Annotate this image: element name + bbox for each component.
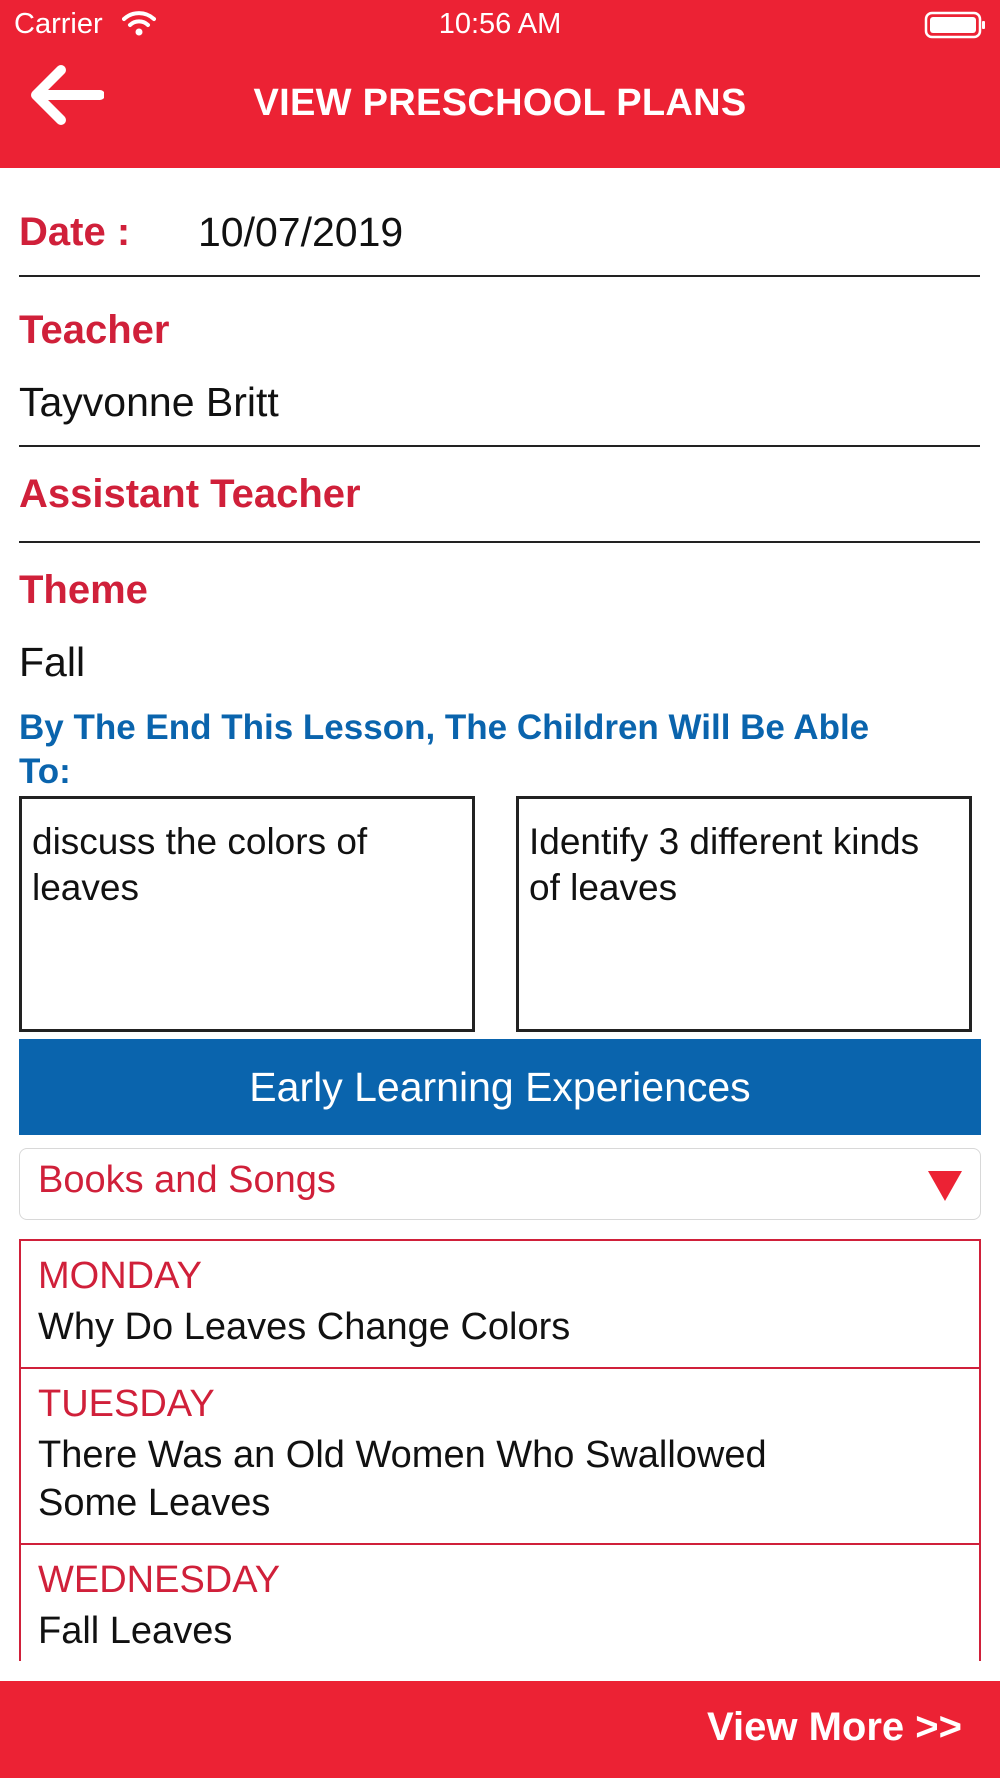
dropdown-caret-icon — [928, 1171, 962, 1206]
list-item: TUESDAY There Was an Old Women Who Swall… — [21, 1367, 979, 1543]
teacher-label: Teacher — [19, 308, 170, 352]
experience-category-select[interactable]: Books and Songs — [19, 1148, 981, 1220]
list-item: MONDAY Why Do Leaves Change Colors — [21, 1239, 979, 1367]
objective-box: Identify 3 different kinds of leaves — [516, 796, 972, 1032]
objective-box: discuss the colors of leaves — [19, 796, 475, 1032]
day-activity: There Was an Old Women Who Swallowed Som… — [38, 1434, 767, 1524]
teacher-value: Tayvonne Britt — [19, 379, 279, 425]
bottom-bar: View More >> — [0, 1681, 1000, 1778]
theme-label: Theme — [19, 568, 148, 612]
app-header: Carrier 10:56 AM VIEW PRESCHOOL PLANS — [0, 0, 1000, 168]
day-activity: Fall Leaves — [38, 1610, 233, 1652]
page-title: VIEW PRESCHOOL PLANS — [253, 82, 747, 124]
assistant-teacher-label: Assistant Teacher — [19, 472, 361, 516]
list-item: WEDNESDAY Fall Leaves — [21, 1543, 979, 1661]
theme-value: Fall — [19, 639, 86, 685]
day-name: WEDNESDAY — [38, 1559, 281, 1601]
daily-schedule-list[interactable]: MONDAY Why Do Leaves Change Colors TUESD… — [19, 1239, 981, 1661]
early-learning-experiences-header: Early Learning Experiences — [19, 1039, 981, 1135]
day-name: TUESDAY — [38, 1383, 215, 1425]
status-time: 10:56 AM — [438, 8, 562, 40]
date-value: 10/07/2019 — [198, 209, 404, 255]
battery-icon — [924, 11, 988, 44]
view-more-button[interactable]: View More >> — [707, 1705, 962, 1750]
divider — [19, 541, 980, 543]
day-activity: Why Do Leaves Change Colors — [38, 1306, 571, 1348]
day-name: MONDAY — [38, 1255, 202, 1297]
date-label: Date : — [19, 210, 131, 254]
selected-category: Books and Songs — [38, 1159, 336, 1201]
status-bar: Carrier 10:56 AM — [0, 0, 1000, 50]
divider — [19, 445, 980, 447]
divider — [19, 275, 980, 277]
objectives-heading: By The End This Lesson, The Children Wil… — [19, 708, 870, 791]
